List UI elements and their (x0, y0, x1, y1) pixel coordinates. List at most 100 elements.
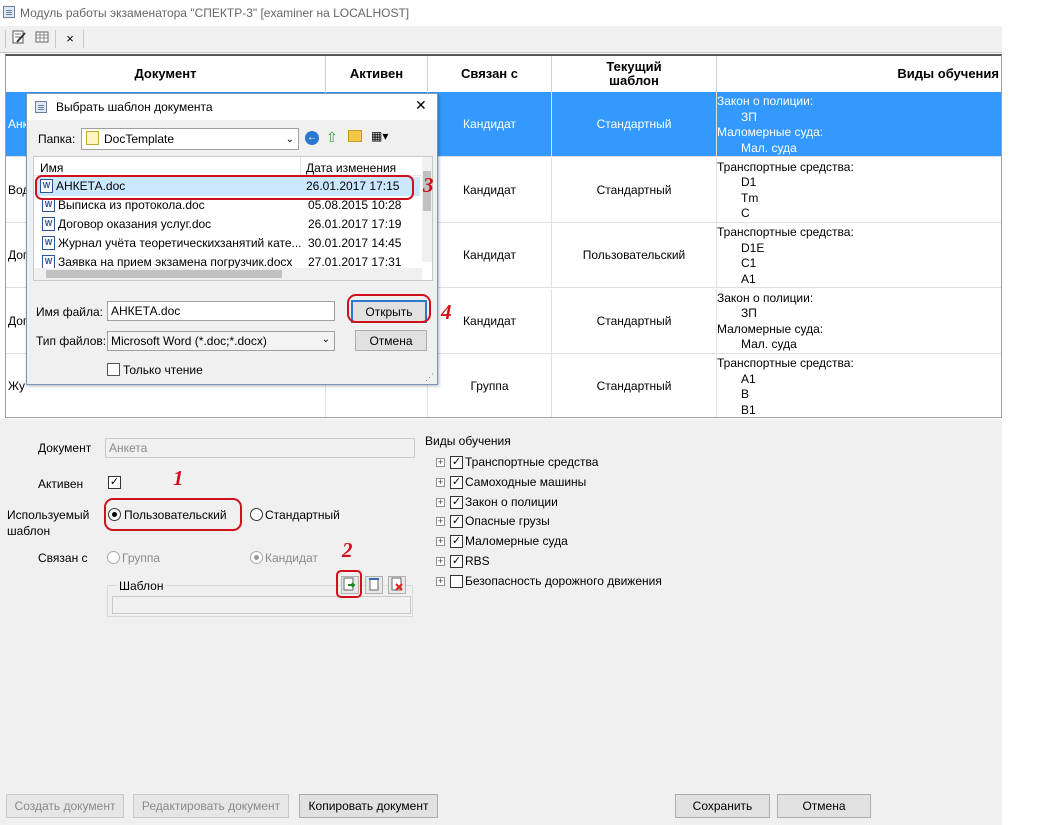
training-category: Транспортные средства: (717, 159, 854, 174)
new-folder-icon[interactable] (348, 130, 362, 142)
linked-candidate-radio[interactable] (250, 551, 263, 564)
template-label-line2: шаблон (7, 524, 51, 538)
details-panel: Документ Анкета Активен ✓ Используемый ш… (0, 419, 1002, 825)
horizontal-scrollbar[interactable] (34, 268, 422, 280)
filename-label: Имя файла: (36, 305, 103, 319)
folder-icon (86, 131, 99, 145)
create-document-button[interactable]: Создать документ (6, 794, 124, 818)
filetype-value: Microsoft Word (*.doc;*.docx) (111, 334, 267, 348)
cell-training-types: Транспортные средства: D1 Tm C (717, 158, 1001, 222)
expand-icon[interactable]: + (436, 576, 445, 586)
linked-group-label[interactable]: Группа (122, 551, 160, 565)
expand-icon[interactable]: + (436, 477, 445, 487)
grid-icon[interactable] (32, 29, 52, 49)
word-document-icon: W (42, 236, 55, 250)
training-checkbox[interactable]: ✓ (450, 456, 463, 469)
column-divider (300, 157, 301, 175)
training-type-label[interactable]: Транспортные средства (465, 455, 598, 469)
folder-label: Папка: (38, 132, 76, 146)
save-button[interactable]: Сохранить (675, 794, 770, 818)
column-header-document[interactable]: Документ (6, 56, 326, 92)
file-col-name[interactable]: Имя (40, 161, 63, 175)
training-item: C (741, 206, 750, 220)
chevron-down-icon: ⌄ (285, 134, 294, 145)
training-category: Транспортные средства: (717, 356, 854, 370)
training-category: Закон о полиции: (717, 94, 814, 108)
dialog-close-icon[interactable]: ✕ (415, 97, 427, 114)
linked-label: Связан с (38, 551, 88, 565)
training-checkbox[interactable]: ✓ (450, 495, 463, 509)
expand-icon[interactable]: + (436, 517, 445, 527)
toolbar: × (0, 26, 1002, 53)
folder-select[interactable]: DocTemplate ⌄ (81, 128, 299, 150)
column-header-training-types[interactable]: Виды обучения (717, 56, 1001, 92)
horizontal-scroll-thumb[interactable] (46, 270, 282, 278)
training-item: Мал. суда (741, 140, 797, 155)
file-col-date[interactable]: Дата изменения (306, 161, 396, 175)
file-item[interactable]: W Договор оказания услуг.doc 26.01.2017 17… (38, 215, 428, 234)
training-item: ЗП (741, 109, 757, 124)
column-header-active[interactable]: Активен (326, 56, 428, 92)
template-groupbox-label: Шаблон (117, 579, 166, 593)
document-name-field[interactable]: Анкета (105, 438, 415, 458)
cell-training-types: Транспортные средства: D1E C1 A1 (717, 223, 1001, 287)
training-types-label: Виды обучения (425, 434, 511, 448)
cell-template: Стандартный (552, 288, 717, 353)
word-document-icon: W (42, 255, 55, 269)
annotation-box-2 (336, 570, 362, 598)
cancel-button[interactable]: Отмена (777, 794, 871, 818)
dialog-cancel-button[interactable]: Отмена (355, 330, 427, 351)
column-header-linked[interactable]: Связан с (428, 56, 552, 92)
choose-template-dialog: Выбрать шаблон документа ✕ Папка: DocTem… (26, 93, 438, 385)
filetype-label: Тип файлов: (36, 334, 107, 348)
close-icon[interactable]: × (60, 29, 80, 49)
training-checkbox[interactable]: ✓ (450, 475, 463, 489)
training-type-label[interactable]: Маломерные суда (465, 534, 568, 548)
linked-candidate-label[interactable]: Кандидат (265, 551, 318, 565)
file-item[interactable]: W Журнал учёта теоретическихзанятий кате.… (38, 234, 428, 253)
active-label: Активен (38, 477, 84, 491)
annotation-number-2: 2 (342, 538, 353, 562)
cell-linked: Кандидат (428, 223, 552, 287)
up-folder-icon[interactable]: ⇧ (326, 129, 338, 146)
training-type-label[interactable]: RBS (465, 554, 490, 568)
expand-icon[interactable]: + (436, 497, 445, 507)
edit-document-button[interactable]: Редактировать документ (133, 794, 289, 818)
expand-icon[interactable]: + (436, 537, 445, 547)
toolbar-separator (55, 30, 56, 48)
training-type-label[interactable]: Самоходные машины (465, 475, 586, 489)
training-type-label[interactable]: Опасные грузы (465, 514, 550, 528)
training-type-label[interactable]: Закон о полиции (465, 495, 558, 509)
training-checkbox[interactable]: ✓ (450, 515, 463, 529)
training-type-label[interactable]: Безопасность дорожного движения (465, 574, 662, 588)
column-header-template[interactable]: Текущий шаблон (552, 56, 717, 92)
template-path-field[interactable] (112, 596, 411, 614)
training-checkbox[interactable]: ✓ (450, 535, 463, 549)
training-checkbox[interactable] (450, 574, 463, 588)
readonly-checkbox[interactable] (107, 363, 120, 376)
training-item: B (741, 387, 750, 401)
filename-input[interactable]: АНКЕТА.doc (107, 301, 335, 321)
resize-grip-icon[interactable]: ⋰ (425, 372, 434, 383)
readonly-label[interactable]: Только чтение (123, 363, 203, 377)
edit-document-icon[interactable] (9, 29, 29, 49)
template-standard-radio[interactable] (250, 508, 263, 521)
folder-value: DocTemplate (104, 132, 175, 146)
back-icon[interactable]: ← (305, 131, 319, 145)
cell-training-types: Закон о полиции: ЗП Маломерные суда: Мал. с… (717, 92, 1001, 156)
training-item: A1 (741, 271, 756, 286)
clear-template-icon[interactable] (365, 576, 383, 594)
copy-document-button[interactable]: Копировать документ (299, 794, 438, 818)
expand-icon[interactable]: + (436, 557, 445, 566)
template-standard-label[interactable]: Стандартный (265, 508, 340, 522)
linked-group-radio[interactable] (107, 551, 120, 564)
toolbar-separator (5, 30, 6, 48)
training-category: Закон о полиции: (717, 290, 814, 305)
word-document-icon: W (42, 198, 55, 212)
active-checkbox[interactable]: ✓ (108, 476, 121, 489)
training-checkbox[interactable]: ✓ (450, 555, 463, 568)
expand-icon[interactable]: + (436, 458, 445, 467)
delete-template-icon[interactable] (388, 576, 406, 594)
filetype-select[interactable]: Microsoft Word (*.doc;*.docx) ⌄ (107, 331, 335, 351)
view-menu-icon[interactable]: ▦▾ (371, 129, 397, 145)
